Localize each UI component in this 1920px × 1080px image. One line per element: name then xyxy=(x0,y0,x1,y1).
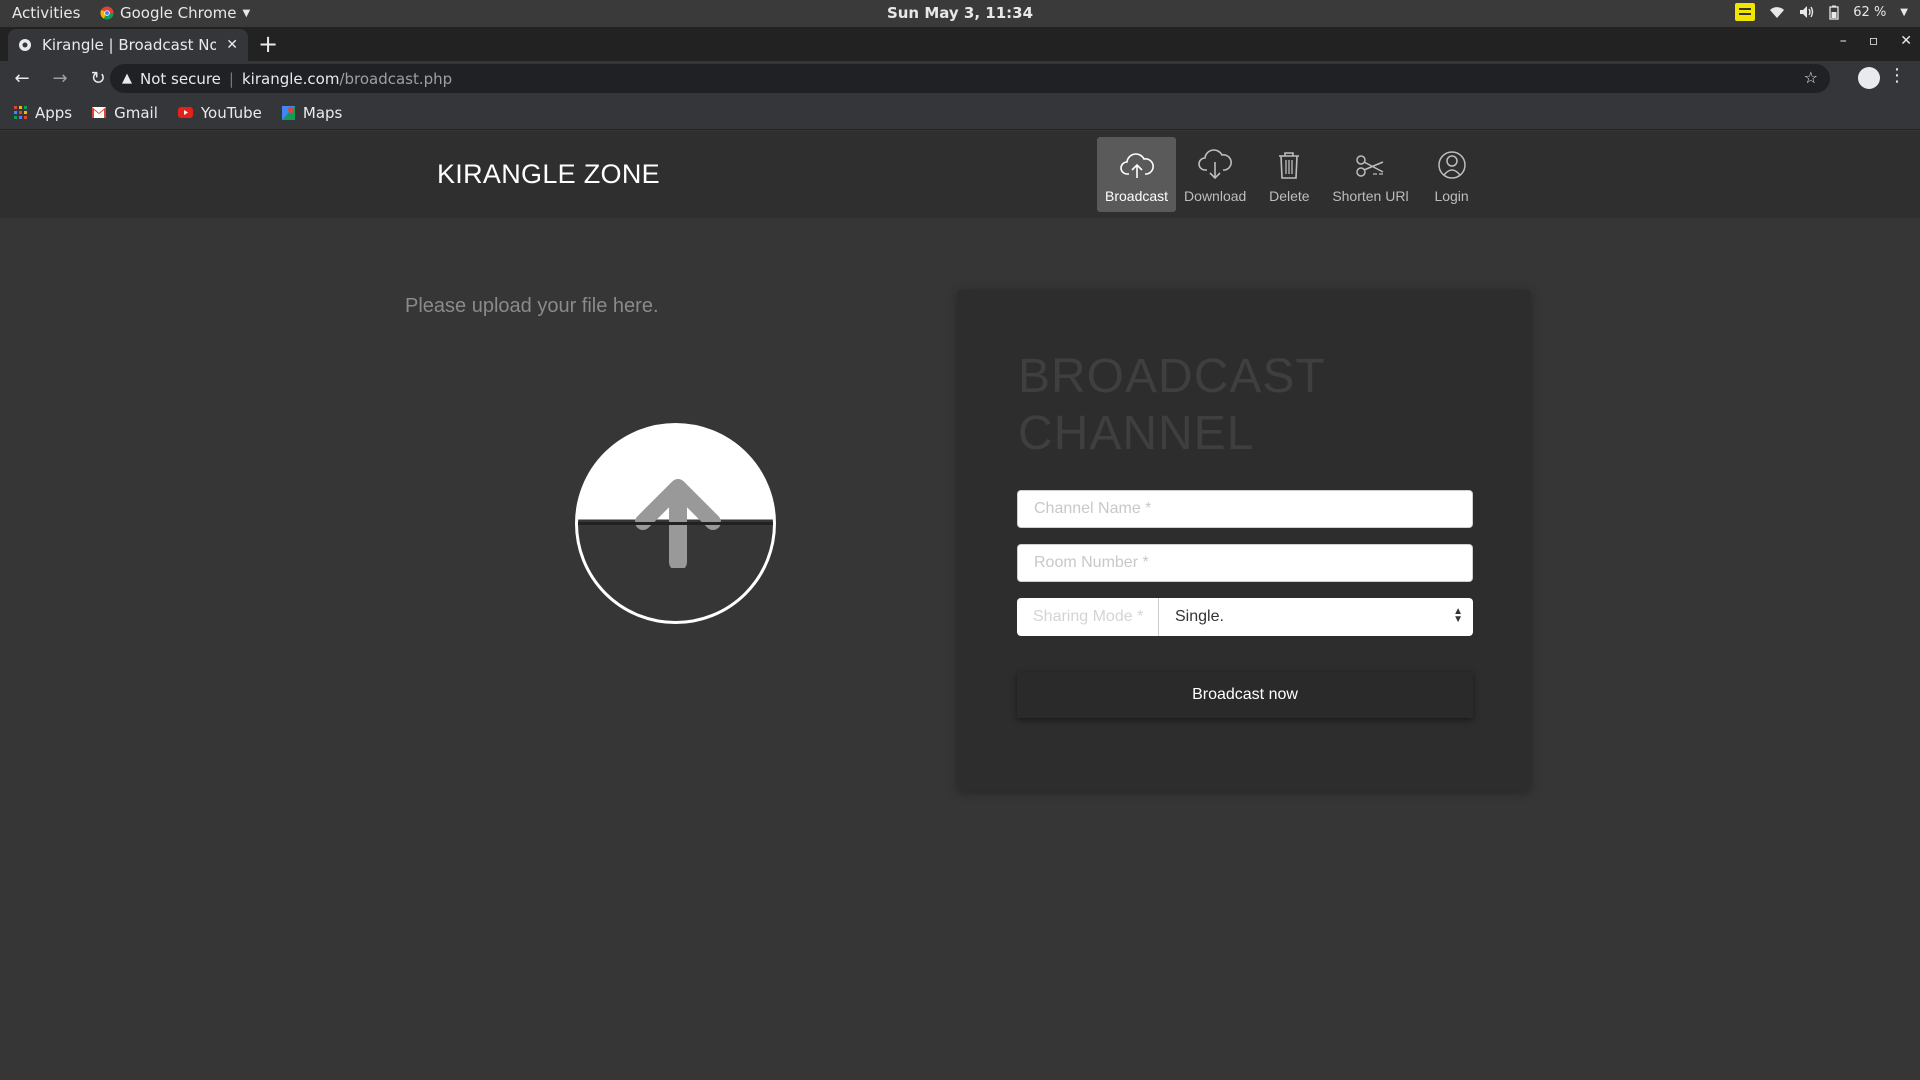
minimize-icon[interactable]: – xyxy=(1840,33,1847,49)
tab-strip: Kirangle | Broadcast Now ✕ + – ▫ ✕ xyxy=(0,27,1920,61)
nav-download[interactable]: Download xyxy=(1176,137,1254,212)
app-menu-label: Google Chrome xyxy=(120,4,237,22)
maximize-icon[interactable]: ▫ xyxy=(1869,33,1879,49)
broadcast-now-button[interactable]: Broadcast now xyxy=(1017,672,1473,718)
menu-kebab-icon[interactable]: ⋮ xyxy=(1888,65,1906,86)
channel-name-input[interactable] xyxy=(1017,490,1473,528)
battery-percent: 62 % xyxy=(1853,4,1887,20)
youtube-icon xyxy=(177,107,193,118)
site-favicon-icon xyxy=(19,39,31,51)
bookmark-apps[interactable]: Apps xyxy=(14,104,72,122)
volume-icon xyxy=(1800,6,1814,18)
scissors-icon xyxy=(1356,155,1384,177)
file-upload-dropzone[interactable] xyxy=(575,423,776,624)
nav-label: Delete xyxy=(1269,188,1310,204)
bookmark-youtube[interactable]: YouTube xyxy=(177,103,262,122)
select-caret-icon: ▲ ▼ xyxy=(1453,606,1463,625)
bookmarks-bar: Apps Gmail YouTube Maps xyxy=(0,96,1920,130)
chevron-down-icon: ▼ xyxy=(242,7,251,19)
upload-prompt: Please upload your file here. xyxy=(405,295,659,317)
bookmark-star-icon[interactable]: ☆ xyxy=(1804,68,1818,87)
sharing-mode-label: Sharing Mode * xyxy=(1017,598,1159,636)
chrome-icon xyxy=(100,6,114,20)
bookmark-label: Maps xyxy=(302,103,343,122)
user-icon xyxy=(1437,151,1466,179)
close-tab-icon[interactable]: ✕ xyxy=(226,37,238,53)
sharing-mode-select[interactable]: Single. ▲ ▼ xyxy=(1159,598,1473,636)
gmail-icon xyxy=(92,107,107,118)
nav-label: Download xyxy=(1184,188,1247,204)
security-label[interactable]: Not secure xyxy=(140,70,221,88)
activities-button[interactable]: Activities xyxy=(12,4,80,22)
nav-label: Login xyxy=(1434,188,1469,204)
arrow-up-icon xyxy=(635,479,721,568)
close-window-icon[interactable]: ✕ xyxy=(1900,33,1912,49)
forward-icon[interactable]: → xyxy=(44,68,76,89)
site-header: KIRANGLE ZONE Broadcast Download Delete … xyxy=(0,131,1920,218)
warning-icon[interactable]: ▲ xyxy=(122,71,132,86)
broadcast-form-card: BROADCAST CHANNEL Sharing Mode * Single.… xyxy=(958,290,1530,790)
cloud-upload-icon xyxy=(1119,153,1154,178)
chevron-down-icon: ▼ xyxy=(1900,6,1908,18)
apps-grid-icon xyxy=(14,106,27,119)
form-title-line: BROADCAST xyxy=(1018,350,1326,403)
bookmark-label: Apps xyxy=(35,103,73,122)
nav-label: Broadcast xyxy=(1105,188,1169,204)
browser-tab[interactable]: Kirangle | Broadcast Now ✕ xyxy=(8,29,248,61)
url-path: /broadcast.php xyxy=(339,69,453,88)
address-bar[interactable]: ▲ Not secure | kirangle.com/broadcast.ph… xyxy=(110,64,1830,93)
sharing-mode-group: Sharing Mode * Single. ▲ ▼ xyxy=(1017,598,1473,636)
battery-icon xyxy=(1829,5,1839,20)
nav-delete[interactable]: Delete xyxy=(1254,137,1324,212)
notes-icon[interactable] xyxy=(1735,3,1756,21)
sharing-mode-value: Single. xyxy=(1175,608,1224,625)
wifi-icon xyxy=(1770,7,1785,18)
trash-icon xyxy=(1279,152,1300,179)
browser-toolbar: ← → ↻ ▲ Not secure | kirangle.com/broadc… xyxy=(0,61,1920,96)
tab-title: Kirangle | Broadcast Now xyxy=(42,36,217,54)
site-nav: Broadcast Download Delete Shorten URl Lo… xyxy=(1097,137,1487,212)
bookmark-gmail[interactable]: Gmail xyxy=(92,104,158,122)
form-title: BROADCAST CHANNEL xyxy=(1018,348,1326,462)
maps-icon xyxy=(281,105,295,120)
clock[interactable]: Sun May 3, 11:34 xyxy=(887,4,1033,22)
nav-login[interactable]: Login xyxy=(1417,137,1487,212)
site-brand[interactable]: KIRANGLE ZONE xyxy=(437,159,660,190)
bookmark-label: YouTube xyxy=(200,103,262,122)
bookmark-maps[interactable]: Maps xyxy=(281,103,343,122)
room-number-input[interactable] xyxy=(1017,544,1473,582)
system-tray[interactable]: 62 % ▼ xyxy=(1735,3,1908,21)
nav-shorten-url[interactable]: Shorten URl xyxy=(1324,137,1416,212)
os-top-bar: Activities Google Chrome ▼ Sun May 3, 11… xyxy=(0,0,1920,27)
new-tab-button[interactable]: + xyxy=(258,30,278,58)
cloud-download-icon xyxy=(1198,149,1233,180)
url-host: kirangle.com xyxy=(241,69,340,88)
divider: | xyxy=(228,69,234,88)
app-menu[interactable]: Google Chrome ▼ xyxy=(100,4,250,22)
bookmark-label: Gmail xyxy=(114,103,158,122)
back-icon[interactable]: ← xyxy=(6,68,38,89)
nav-broadcast[interactable]: Broadcast xyxy=(1097,137,1177,212)
form-title-line: CHANNEL xyxy=(1018,407,1255,460)
profile-avatar-icon[interactable] xyxy=(1858,67,1880,89)
nav-label: Shorten URl xyxy=(1332,188,1409,204)
